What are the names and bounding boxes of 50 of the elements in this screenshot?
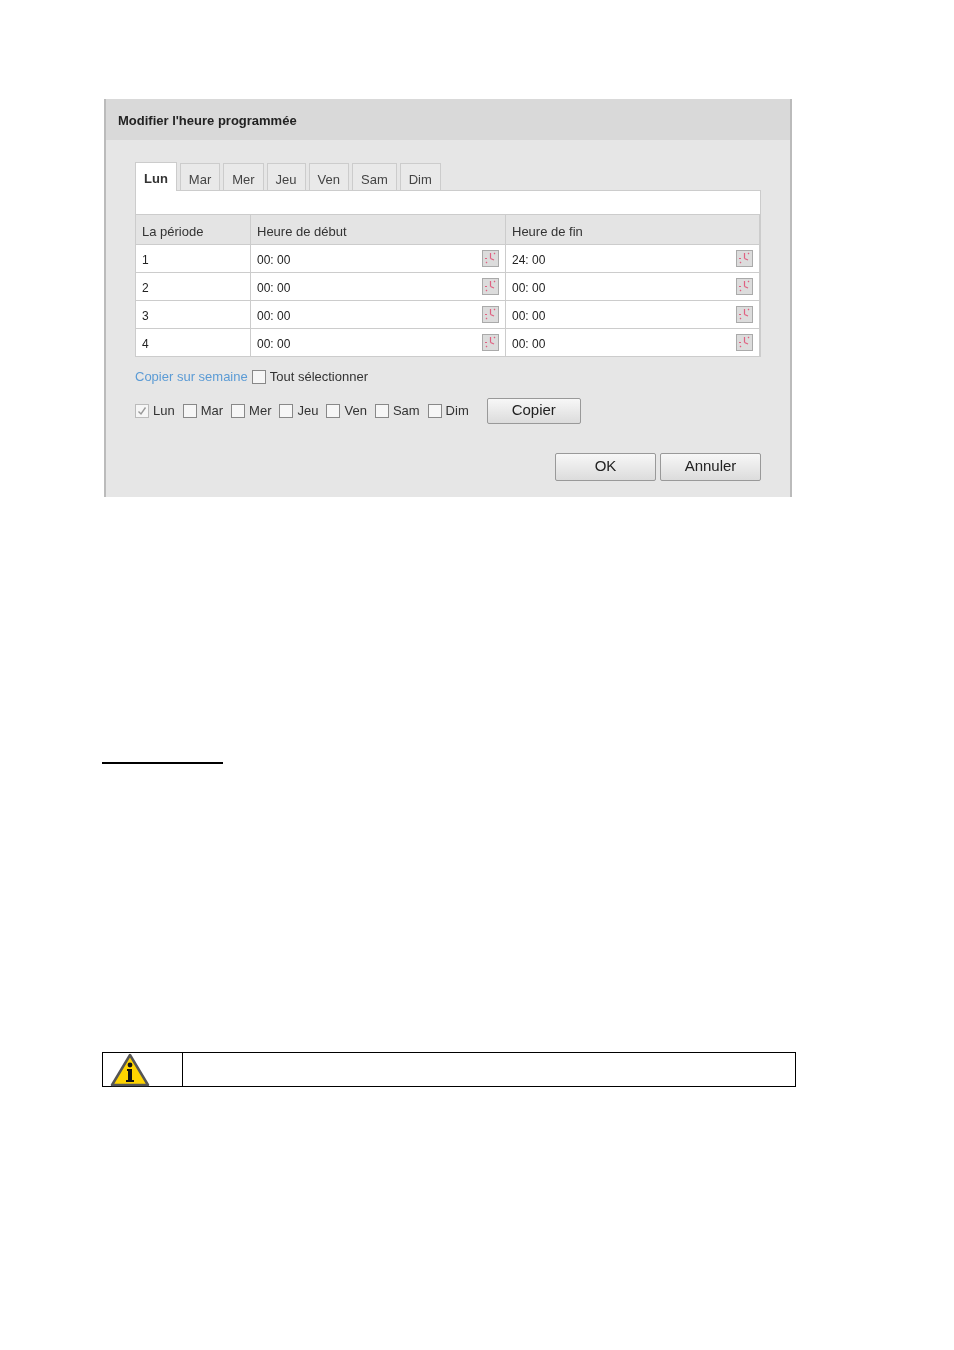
time-value[interactable]: 00: 00 xyxy=(257,307,291,328)
clock-icon[interactable] xyxy=(736,306,753,323)
period-cell: 2 xyxy=(136,272,251,300)
dialog-button[interactable]: OK xyxy=(555,452,656,481)
day-tab[interactable]: Ven xyxy=(308,163,349,190)
time-value[interactable]: 24: 00 xyxy=(512,251,546,272)
clock-icon[interactable] xyxy=(736,250,753,267)
day-tab[interactable]: Sam xyxy=(352,163,397,190)
day-tab[interactable]: Mar xyxy=(179,163,221,190)
period-cell: 1 xyxy=(136,244,251,272)
checkbox[interactable] xyxy=(279,403,294,418)
day-label: Ven xyxy=(344,401,367,420)
period-cell: 4 xyxy=(136,328,251,356)
copy-button[interactable]: Copier xyxy=(486,397,581,424)
checkbox[interactable] xyxy=(231,403,246,418)
column-header: La période xyxy=(136,214,251,244)
day-tab[interactable]: Lun xyxy=(135,162,177,191)
time-value[interactable]: 00: 00 xyxy=(257,335,291,356)
checkbox[interactable] xyxy=(182,403,197,418)
day-tab[interactable]: Dim xyxy=(399,163,441,190)
clock-icon[interactable] xyxy=(482,250,499,267)
column-header: Heure de fin xyxy=(506,214,760,244)
day-label: Dim xyxy=(445,401,469,420)
time-value[interactable]: 00: 00 xyxy=(512,307,546,328)
day-label: Mar xyxy=(200,401,224,420)
day-label: Sam xyxy=(392,401,420,420)
clock-icon[interactable] xyxy=(482,306,499,323)
clock-icon[interactable] xyxy=(482,278,499,295)
time-value[interactable]: 00: 00 xyxy=(512,335,546,356)
clock-icon[interactable] xyxy=(736,278,753,295)
time-value[interactable]: 00: 00 xyxy=(512,279,546,300)
day-tab[interactable]: Mer xyxy=(223,163,264,190)
period-cell: 3 xyxy=(136,300,251,328)
select-all-label: Tout sélectionner xyxy=(269,368,368,386)
day-label: Mer xyxy=(249,401,272,420)
dialog-title: Modifier l'heure programmée xyxy=(106,99,790,140)
info-warning-icon xyxy=(110,1053,150,1087)
checkbox[interactable] xyxy=(374,403,389,418)
checkbox[interactable] xyxy=(326,403,341,418)
day-label: Lun xyxy=(153,401,175,420)
clock-icon[interactable] xyxy=(482,334,499,351)
time-value[interactable]: 00: 00 xyxy=(257,279,291,300)
dialog-button[interactable]: Annuler xyxy=(660,452,761,481)
day-label: Jeu xyxy=(297,401,319,420)
column-header: Heure de début xyxy=(251,214,506,244)
checkbox[interactable] xyxy=(427,403,442,418)
day-tab[interactable]: Jeu xyxy=(266,163,306,190)
clock-icon[interactable] xyxy=(736,334,753,351)
time-value[interactable]: 00: 00 xyxy=(257,251,291,272)
checkbox[interactable] xyxy=(251,369,266,384)
